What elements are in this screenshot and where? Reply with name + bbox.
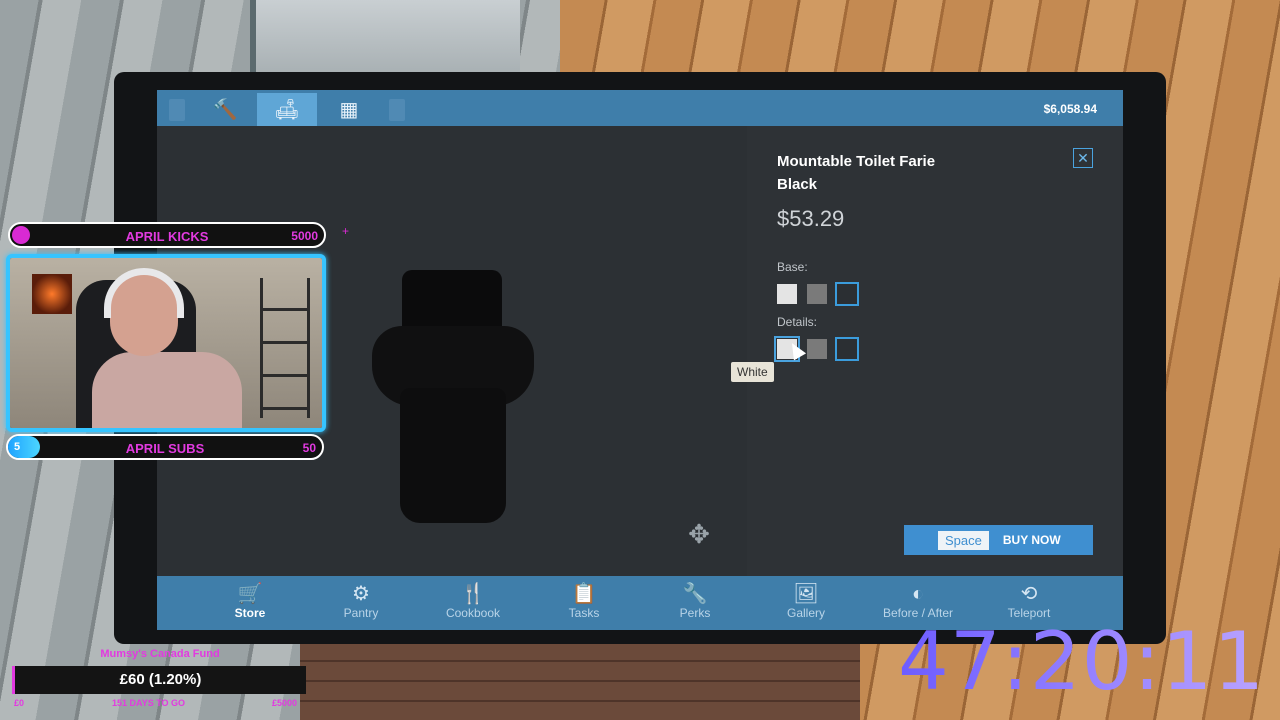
nav-tasks-label: Tasks — [568, 606, 600, 620]
nav-gallery-label: Gallery — [786, 606, 825, 620]
subs-goal-bar: 5 APRIL SUBS 50 — [6, 434, 324, 460]
base-label: Base: — [777, 260, 808, 274]
teleport-icon: ⟲ — [1020, 583, 1038, 605]
webcam-fireplace — [32, 274, 72, 314]
cart-icon: 🛒 — [237, 583, 263, 605]
base-swatch-black[interactable] — [835, 282, 859, 306]
fund-target: £5000 — [272, 698, 298, 708]
fund-value: £60 (1.20%) — [119, 671, 202, 688]
image-icon: 🖼 — [793, 583, 819, 605]
tab-scroll-right[interactable] — [389, 99, 405, 121]
nav-pantry-label: Pantry — [343, 606, 379, 620]
nav-perks-label: Perks — [679, 606, 711, 620]
product-price: $53.29 — [777, 206, 845, 231]
buy-now-label: BUY NOW — [1002, 533, 1061, 547]
base-swatch-grey[interactable] — [807, 284, 827, 304]
nav-tasks[interactable]: 📋 Tasks — [539, 582, 629, 620]
fund-days-left: 151 DAYS TO GO — [112, 698, 186, 708]
hammer-icon: 🔨 — [212, 98, 238, 121]
sofa-icon: 🛋 — [274, 99, 300, 121]
base-swatch-white[interactable] — [777, 284, 797, 304]
nav-cookbook-label: Cookbook — [445, 606, 501, 620]
subs-target: 50 — [302, 441, 316, 455]
keybind-chip: Space — [938, 530, 989, 550]
details-swatch-black[interactable] — [835, 337, 859, 361]
webcam-feed — [6, 254, 326, 432]
kicks-target: 5000 — [291, 229, 318, 243]
buy-now-button[interactable]: Space BUY NOW — [904, 525, 1093, 555]
nav-perks[interactable]: 🔧 Perks — [650, 582, 740, 620]
wrench-icon: 🔧 — [682, 583, 708, 605]
nav-store-label: Store — [234, 606, 266, 620]
fund-title: Mumsy's Canada Fund — [100, 648, 220, 660]
tab-tools[interactable]: 🔨 — [195, 93, 255, 125]
tab-furniture[interactable]: 🛋 — [257, 93, 317, 126]
rotate-move-icon[interactable]: ✥ — [679, 514, 719, 554]
tab-fences[interactable]: ▦ — [319, 93, 379, 125]
product-panel: Mountable Toilet Farie Black ✕ $53.29 Ba… — [731, 126, 1123, 576]
nav-pantry[interactable]: ⚙ Pantry — [316, 582, 406, 620]
details-swatch-grey[interactable] — [807, 339, 827, 359]
kicks-title: APRIL KICKS — [125, 229, 209, 244]
nav-gallery[interactable]: 🖼 Gallery — [761, 582, 851, 620]
product-title: Mountable Toilet Farie Black — [777, 153, 936, 193]
details-label: Details: — [777, 315, 818, 329]
webcam-person-body — [92, 352, 242, 428]
fence-icon: ▦ — [339, 98, 359, 121]
webcam-rack — [260, 278, 310, 418]
game-background-floor — [300, 640, 860, 720]
nav-cookbook[interactable]: 🍴 Cookbook — [428, 582, 518, 620]
nav-store[interactable]: 🛒 Store — [205, 582, 295, 620]
tab-scroll-left[interactable] — [169, 99, 185, 121]
stream-timer: 47:20:11 — [898, 612, 1265, 712]
swatch-tooltip: White — [731, 362, 774, 382]
camera-icon: ◐ — [911, 583, 925, 605]
sparkle-icon: + — [342, 224, 350, 238]
close-button[interactable]: ✕ — [1073, 148, 1093, 168]
kicks-goal-bar: 0 APRIL KICKS 5000 — [8, 222, 326, 248]
toilet-model-base — [400, 388, 506, 523]
cutlery-icon: 🍴 — [460, 583, 486, 605]
game-background-window — [250, 0, 520, 72]
clipboard-icon: 📋 — [571, 583, 597, 605]
subs-title: APRIL SUBS — [125, 441, 205, 456]
fund-progress-box: £60 (1.20%) — [12, 666, 306, 694]
pantry-icon: ⚙ — [352, 583, 370, 605]
balance-display: $6,058.94 — [1043, 102, 1097, 116]
fund-min: £0 — [14, 698, 25, 708]
store-topbar: 🔨 🛋 ▦ $6,058.94 — [157, 90, 1123, 126]
